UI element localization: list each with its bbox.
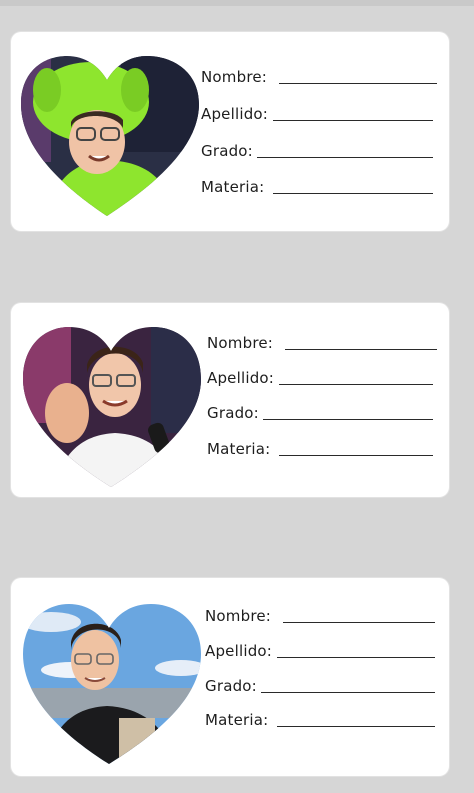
name-line [285,349,437,350]
grade-line [261,692,435,693]
name-label: Nombre: [201,68,268,86]
grade-label: Grado: [205,677,257,695]
grade-line [257,157,433,158]
surname-line [273,120,433,121]
label-card-2: Nombre: Apellido: Grado: Materia: [11,303,449,497]
name-field[interactable]: Nombre: [205,605,441,629]
name-field[interactable]: Nombre: [207,332,443,356]
subject-field[interactable]: Materia: [201,176,441,200]
heart-photo-2 [23,327,201,487]
subject-label: Materia: [205,711,269,729]
grade-label: Grado: [201,142,253,160]
subject-field[interactable]: Materia: [207,438,443,462]
subject-label: Materia: [201,178,265,196]
subject-line [273,193,433,194]
surname-line [277,657,435,658]
name-label: Nombre: [205,607,272,625]
name-line [279,83,437,84]
label-card-1: Nombre: Apellido: Grado: Materia: [11,32,449,231]
surname-line [279,384,433,385]
subject-line [279,455,433,456]
label-card-3: Nombre: Apellido: Grado: Materia: [11,578,449,776]
subject-field[interactable]: Materia: [205,709,441,733]
surname-field[interactable]: Apellido: [201,103,441,127]
name-line [283,622,435,623]
surname-field[interactable]: Apellido: [207,367,443,391]
grade-line [263,419,433,420]
heart-photo-3 [23,604,201,764]
grade-field[interactable]: Grado: [201,140,441,164]
name-field[interactable]: Nombre: [201,66,441,90]
surname-label: Apellido: [205,642,273,660]
grade-field[interactable]: Grado: [205,675,441,699]
surname-field[interactable]: Apellido: [205,640,441,664]
subject-line [277,726,435,727]
grade-label: Grado: [207,404,259,422]
name-label: Nombre: [207,334,274,352]
top-bar [0,0,474,6]
surname-label: Apellido: [201,105,269,123]
heart-photo-1 [21,56,199,216]
subject-label: Materia: [207,440,271,458]
surname-label: Apellido: [207,369,275,387]
grade-field[interactable]: Grado: [207,402,443,426]
